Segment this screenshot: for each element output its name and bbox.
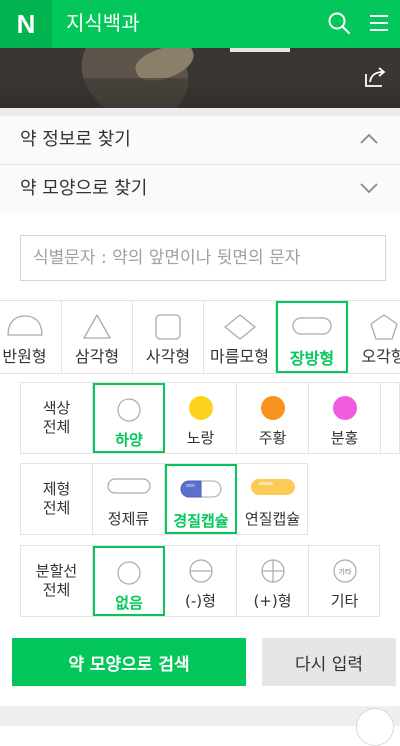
top-bar: N 지식백과 (0, 0, 400, 48)
color-option-yellow[interactable]: 노랑 (165, 383, 237, 453)
filter-head-label: 색상 (42, 399, 71, 417)
shape-label: 반원형 (2, 347, 47, 366)
split-filter-all[interactable]: 분할선 전체 (21, 546, 93, 616)
form-option-tablet[interactable]: 정제류 (93, 464, 165, 534)
form-filter-all[interactable]: 제형 전체 (21, 464, 93, 534)
accordion-label: 약 모양으로 찾기 (20, 178, 148, 199)
shape-option-rhombus[interactable]: 마름모형 (204, 301, 276, 373)
other-split-icon: 기타 (332, 559, 357, 583)
page-title[interactable]: 지식백과 (66, 8, 140, 38)
color-filter-row: 색상 전체 하양 노랑 주황 분홍 (20, 382, 400, 454)
option-label: 주황 (258, 429, 287, 447)
color-swatch-yellow (188, 396, 213, 420)
chevron-up-icon (360, 133, 378, 144)
filter-head-sub: 전체 (42, 581, 71, 599)
shape-label: 장방형 (289, 349, 335, 368)
shape-option-pentagon[interactable]: 오각형 (348, 301, 400, 373)
scroll-top-button[interactable] (356, 708, 394, 746)
naver-logo[interactable]: N (0, 0, 52, 48)
search-icon[interactable] (326, 10, 352, 36)
shape-label: 사각형 (145, 347, 191, 366)
form-option-soft-capsule[interactable]: 연질캡슐 (237, 464, 307, 534)
color-option-white[interactable]: 하양 (93, 383, 165, 453)
shape-selector: 반원형 삼각형 사각형 마름모형 장방형 오각형 (0, 300, 400, 374)
option-label: 분홍 (330, 429, 359, 447)
shape-label: 오각형 (361, 347, 400, 366)
triangle-shape-icon (83, 314, 111, 339)
imprint-search-input[interactable] (20, 235, 386, 281)
split-filter-row: 분할선 전체 없음 (-)형 (+)형 기타 기타 (20, 545, 380, 617)
soft-capsule-icon (250, 479, 295, 495)
filter-head-label: 제형 (42, 480, 71, 498)
option-label: 없음 (115, 594, 143, 612)
share-icon[interactable] (362, 64, 388, 90)
no-split-icon (117, 561, 141, 585)
option-label: (-)형 (185, 592, 216, 610)
form-filter-row: 제형 전체 정제류 경질캡슐 연질캡슐 (20, 463, 308, 535)
accordion-label: 약 정보로 찾기 (20, 129, 131, 150)
filter-head-label: 분할선 (35, 562, 78, 580)
form-option-hard-capsule[interactable]: 경질캡슐 (165, 464, 237, 534)
oblong-shape-icon (292, 317, 332, 335)
reset-button[interactable]: 다시 입력 (262, 638, 396, 686)
rhombus-shape-icon (223, 314, 256, 340)
shape-option-triangle[interactable]: 삼각형 (62, 301, 133, 373)
footer-divider (0, 706, 400, 726)
square-shape-icon (155, 314, 181, 340)
shape-label: 삼각형 (74, 347, 120, 366)
split-option-minus[interactable]: (-)형 (165, 546, 237, 616)
shape-option-oblong[interactable]: 장방형 (276, 301, 348, 373)
color-filter-all[interactable]: 색상 전체 (21, 383, 93, 453)
accordion-drug-info[interactable]: 약 정보로 찾기 (0, 116, 400, 165)
filter-head-sub: 전체 (42, 499, 71, 517)
chevron-down-icon (360, 183, 378, 194)
filter-head-sub: 전체 (42, 418, 71, 436)
option-label: 경질캡슐 (173, 512, 229, 530)
color-option-pink[interactable]: 분홍 (309, 383, 381, 453)
option-label: 하양 (115, 431, 143, 449)
pentagon-shape-icon (369, 314, 398, 340)
color-option-orange[interactable]: 주황 (237, 383, 309, 453)
shape-option-square[interactable]: 사각형 (133, 301, 204, 373)
accordion-drug-shape[interactable]: 약 모양으로 찾기 (0, 165, 400, 214)
color-swatch-pink (332, 396, 357, 420)
semicircle-shape-icon (6, 315, 43, 336)
color-swatch-white (117, 398, 141, 422)
option-label: 노랑 (186, 429, 215, 447)
section-divider (0, 108, 400, 116)
hero-image (0, 48, 400, 108)
option-label: (+)형 (253, 592, 292, 610)
svg-text:기타: 기타 (338, 567, 351, 576)
option-label: 정제류 (107, 510, 150, 528)
split-option-other[interactable]: 기타 기타 (309, 546, 379, 616)
split-option-none[interactable]: 없음 (93, 546, 165, 616)
plus-split-icon (260, 559, 285, 583)
option-label: 기타 (330, 592, 359, 610)
search-by-shape-button[interactable]: 약 모양으로 검색 (12, 638, 246, 686)
minus-split-icon (188, 559, 213, 583)
option-label: 연질캡슐 (244, 510, 301, 528)
hard-capsule-icon (180, 480, 222, 498)
color-swatch-orange (260, 396, 285, 420)
tablet-form-icon (106, 478, 151, 494)
split-option-plus[interactable]: (+)형 (237, 546, 309, 616)
shape-label: 마름모형 (210, 347, 269, 366)
menu-icon[interactable] (366, 10, 392, 36)
shape-option-semicircle[interactable]: 반원형 (0, 301, 62, 373)
